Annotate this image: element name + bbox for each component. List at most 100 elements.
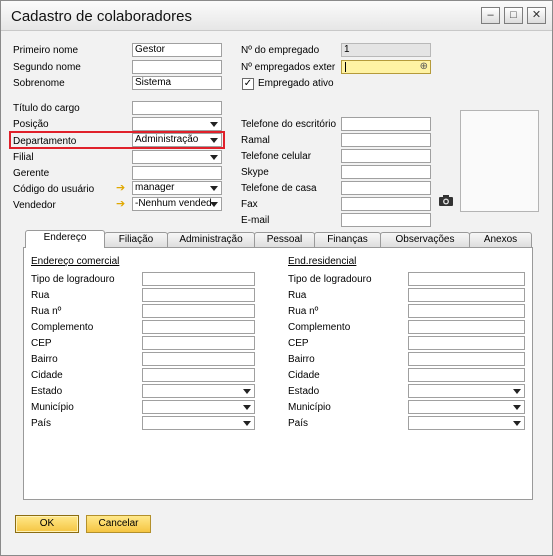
fax-field[interactable]: [341, 197, 431, 211]
address-field-label: CEP: [288, 338, 309, 349]
external-employee-number-label: Nº empregados exter: [241, 62, 336, 73]
business-street-number-field[interactable]: [142, 304, 255, 318]
home-street-number-field[interactable]: [408, 304, 525, 318]
branch-label: Filial: [13, 152, 34, 163]
extension-label: Ramal: [241, 135, 270, 146]
business-state-dropdown[interactable]: [142, 384, 255, 398]
address-field-label: Cidade: [31, 370, 63, 381]
manager-label: Gerente: [13, 168, 50, 179]
search-icon[interactable]: ⊕: [420, 61, 428, 73]
tab-remarks[interactable]: Observações: [380, 232, 470, 247]
external-employee-number-field[interactable]: ⊕: [341, 60, 431, 74]
position-label: Posição: [13, 119, 49, 130]
address-field-label: Município: [31, 402, 74, 413]
branch-dropdown[interactable]: [132, 150, 222, 164]
business-address-title: Endereço comercial: [31, 256, 120, 267]
tab-personal[interactable]: Pessoal: [254, 232, 315, 247]
tab-finance[interactable]: Finanças: [314, 232, 381, 247]
employee-photo[interactable]: [460, 110, 539, 212]
middle-name-field[interactable]: [132, 60, 222, 74]
home-district-field[interactable]: [408, 352, 525, 366]
email-label: E-mail: [241, 215, 270, 226]
home-city-field[interactable]: [408, 368, 525, 382]
home-street-field[interactable]: [408, 288, 525, 302]
home-street-type-field[interactable]: [408, 272, 525, 286]
home-zip-field[interactable]: [408, 336, 525, 350]
chevron-down-icon: [243, 389, 251, 394]
first-name-field[interactable]: Gestor: [132, 43, 222, 57]
business-zip-field[interactable]: [142, 336, 255, 350]
ok-button[interactable]: OK: [15, 515, 79, 533]
home-country-dropdown[interactable]: [408, 416, 525, 430]
arrow-right-icon[interactable]: ➔: [116, 183, 129, 194]
chevron-down-icon: [513, 405, 521, 410]
business-street-type-field[interactable]: [142, 272, 255, 286]
mobile-phone-label: Telefone celular: [241, 151, 312, 162]
address-field-label: Bairro: [31, 354, 58, 365]
office-phone-field[interactable]: [341, 117, 431, 131]
skype-field[interactable]: [341, 165, 431, 179]
business-city-field[interactable]: [142, 368, 255, 382]
business-country-dropdown[interactable]: [142, 416, 255, 430]
camera-icon[interactable]: [438, 194, 454, 207]
home-phone-label: Telefone de casa: [241, 183, 317, 194]
active-employee-label: Empregado ativo: [258, 78, 334, 89]
mobile-phone-field[interactable]: [341, 149, 431, 163]
chevron-down-icon: [513, 389, 521, 394]
manager-field[interactable]: [132, 166, 222, 180]
address-field-label: Tipo de logradouro: [288, 274, 372, 285]
employee-number-field: 1: [341, 43, 431, 57]
arrow-right-icon[interactable]: ➔: [116, 199, 129, 210]
address-field-label: Rua: [288, 290, 307, 301]
sales-employee-label: Vendedor: [13, 200, 56, 211]
address-field-label: Rua nº: [288, 306, 319, 317]
tab-administration[interactable]: Administração: [167, 232, 255, 247]
skype-label: Skype: [241, 167, 269, 178]
tab-bar: Endereço Filiação Administração Pessoal …: [23, 230, 533, 248]
chevron-down-icon: [513, 421, 521, 426]
last-name-field[interactable]: Sistema: [132, 76, 222, 90]
home-address-title: End.residencial: [288, 256, 357, 267]
address-field-label: Município: [288, 402, 331, 413]
home-state-dropdown[interactable]: [408, 384, 525, 398]
address-field-label: Rua: [31, 290, 50, 301]
last-name-label: Sobrenome: [13, 78, 65, 89]
user-code-value: manager: [135, 182, 175, 193]
employee-master-data-window: Cadastro de colaboradores – □ ✕ Primeiro…: [0, 0, 553, 556]
address-field-label: Estado: [31, 386, 63, 397]
sales-employee-dropdown[interactable]: -Nenhum vended: [132, 197, 222, 211]
extension-field[interactable]: [341, 133, 431, 147]
chevron-down-icon: [243, 421, 251, 426]
minimize-button[interactable]: –: [481, 7, 500, 24]
home-municipality-dropdown[interactable]: [408, 400, 525, 414]
chevron-down-icon: [243, 405, 251, 410]
business-complement-field[interactable]: [142, 320, 255, 334]
tab-attachments[interactable]: Anexos: [469, 232, 532, 247]
business-street-field[interactable]: [142, 288, 255, 302]
business-district-field[interactable]: [142, 352, 255, 366]
user-code-label: Código do usuário: [13, 184, 95, 195]
department-dropdown[interactable]: Administração: [132, 133, 222, 147]
home-phone-field[interactable]: [341, 181, 431, 195]
job-title-field[interactable]: [132, 101, 222, 115]
close-button[interactable]: ✕: [527, 7, 546, 24]
title-bar: Cadastro de colaboradores – □ ✕: [1, 1, 552, 31]
employee-number-label: Nº do empregado: [241, 45, 320, 56]
department-value: Administração: [135, 134, 199, 145]
address-field-label: Bairro: [288, 354, 315, 365]
business-municipality-dropdown[interactable]: [142, 400, 255, 414]
cancel-button[interactable]: Cancelar: [86, 515, 151, 533]
chevron-down-icon: [210, 186, 218, 191]
active-employee-checkbox[interactable]: ✓: [242, 78, 254, 90]
address-field-label: País: [31, 418, 52, 429]
user-code-dropdown[interactable]: manager: [132, 181, 222, 195]
window-title: Cadastro de colaboradores: [11, 8, 192, 25]
position-dropdown[interactable]: [132, 117, 222, 131]
maximize-button[interactable]: □: [504, 7, 523, 24]
tab-membership[interactable]: Filiação: [104, 232, 168, 247]
address-field-label: Estado: [288, 386, 320, 397]
email-field[interactable]: [341, 213, 431, 227]
fax-label: Fax: [241, 199, 258, 210]
tab-address[interactable]: Endereço: [25, 230, 105, 248]
home-complement-field[interactable]: [408, 320, 525, 334]
